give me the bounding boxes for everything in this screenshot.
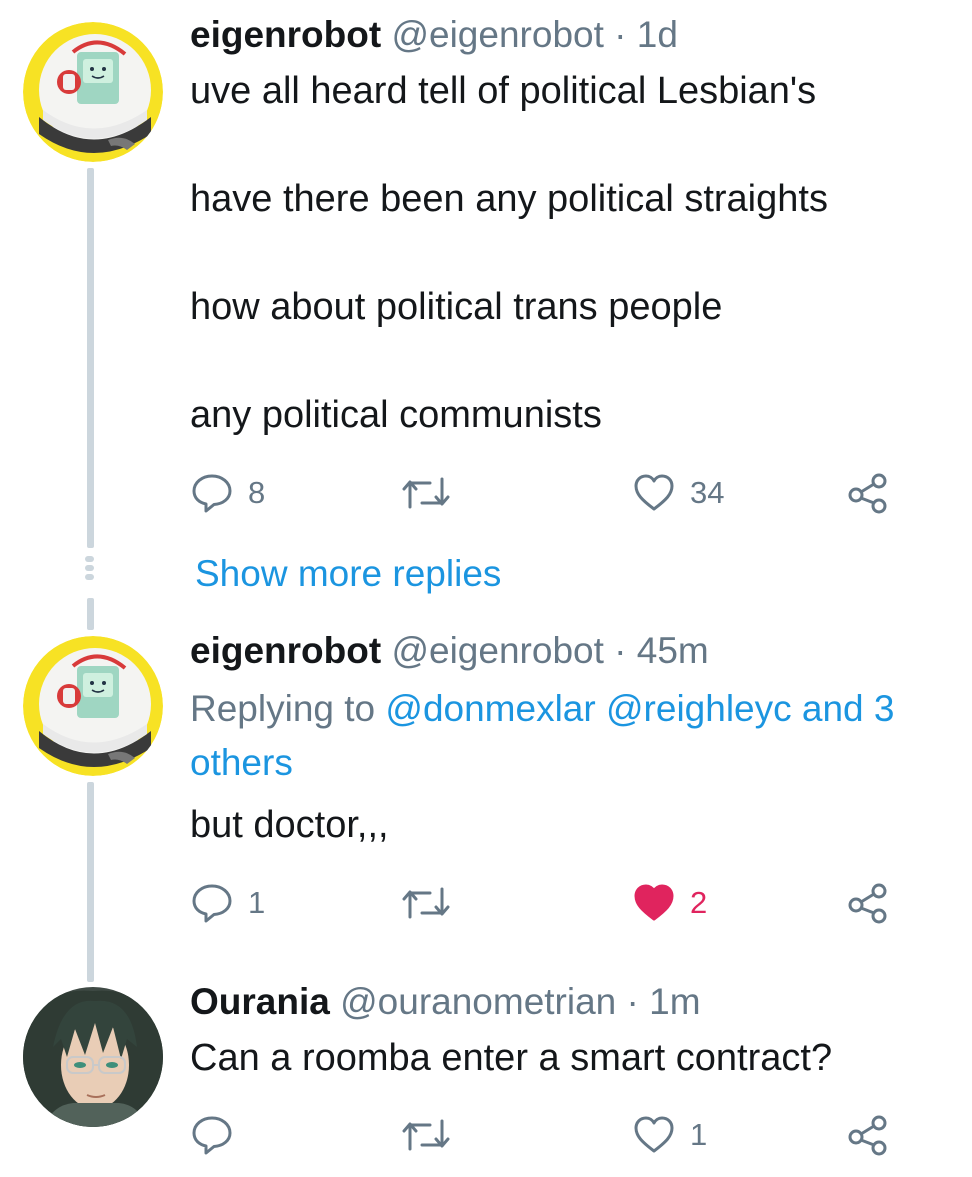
bmo-avatar-image	[23, 22, 163, 162]
retweet-button[interactable]	[400, 1110, 452, 1160]
avatar[interactable]	[23, 987, 163, 1127]
anime-avatar-image	[23, 987, 163, 1127]
like-button[interactable]: 1	[632, 1110, 707, 1160]
share-icon	[848, 473, 887, 514]
reply-icon	[192, 1116, 232, 1155]
reply-icon	[192, 474, 232, 513]
retweet-icon	[402, 887, 450, 919]
user-handle[interactable]: @eigenrobot	[391, 14, 603, 55]
timestamp[interactable]: 1d	[637, 14, 678, 55]
separator: ·	[614, 630, 627, 671]
like-count: 2	[690, 885, 708, 920]
tweet-text-line: have there been any political straights	[190, 178, 828, 220]
avatar[interactable]	[23, 22, 163, 162]
avatar[interactable]	[23, 636, 163, 776]
user-handle[interactable]: @eigenrobot	[391, 630, 603, 671]
share-button[interactable]	[846, 468, 890, 518]
reply-count: 1	[248, 885, 266, 920]
collapsed-thread-dots	[85, 556, 94, 583]
share-button[interactable]	[846, 1110, 890, 1160]
heart-icon	[634, 474, 674, 511]
tweet-actions: 8 34	[190, 468, 910, 518]
tweet-text-line: uve all heard tell of political Lesbian'…	[190, 70, 817, 112]
tweet-header: Ourania @ouranometrian · 1m	[190, 981, 701, 1023]
like-button[interactable]: 34	[632, 468, 724, 518]
replying-to: Replying to @donmexlar @reighleyc and 3 …	[190, 682, 972, 790]
retweet-icon	[402, 1119, 450, 1151]
separator: ·	[626, 981, 639, 1022]
heart-filled-icon	[634, 884, 674, 921]
reply-count: 8	[248, 475, 266, 510]
tweet-text-line: but doctor,,,	[190, 804, 389, 846]
tweet-header: eigenrobot @eigenrobot · 1d	[190, 14, 678, 56]
heart-icon	[634, 1116, 674, 1153]
tweet-text-line: how about political trans people	[190, 286, 723, 328]
display-name[interactable]: Ourania	[190, 981, 330, 1022]
tweet-text-line: Can a roomba enter a smart contract?	[190, 1037, 833, 1079]
share-icon	[848, 1115, 887, 1156]
retweet-button[interactable]	[400, 878, 452, 928]
thread-line	[87, 782, 94, 982]
like-count: 1	[690, 1117, 708, 1152]
reply-button[interactable]: 8	[190, 468, 265, 518]
timestamp[interactable]: 1m	[649, 981, 700, 1022]
retweet-button[interactable]	[400, 468, 452, 518]
display-name[interactable]: eigenrobot	[190, 14, 381, 55]
thread-line	[87, 168, 94, 548]
tweet-text-line: any political communists	[190, 394, 602, 436]
reply-button[interactable]	[190, 1110, 248, 1160]
share-button[interactable]	[846, 878, 890, 928]
reply-icon	[192, 884, 232, 923]
user-handle[interactable]: @ouranometrian	[340, 981, 616, 1022]
separator: ·	[614, 14, 627, 55]
tweet-actions: 1 2	[190, 878, 910, 928]
timestamp[interactable]: 45m	[637, 630, 709, 671]
retweet-icon	[402, 477, 450, 509]
replying-to-label: Replying to	[190, 688, 386, 729]
tweet-actions: 1	[190, 1110, 910, 1160]
show-more-replies-link[interactable]: Show more replies	[195, 553, 501, 595]
share-icon	[848, 883, 887, 924]
tweet-header: eigenrobot @eigenrobot · 45m	[190, 630, 709, 672]
display-name[interactable]: eigenrobot	[190, 630, 381, 671]
bmo-avatar-image	[23, 636, 163, 776]
reply-button[interactable]: 1	[190, 878, 265, 928]
thread-line	[87, 598, 94, 630]
like-count: 34	[690, 475, 725, 510]
like-button[interactable]: 2	[632, 878, 707, 928]
